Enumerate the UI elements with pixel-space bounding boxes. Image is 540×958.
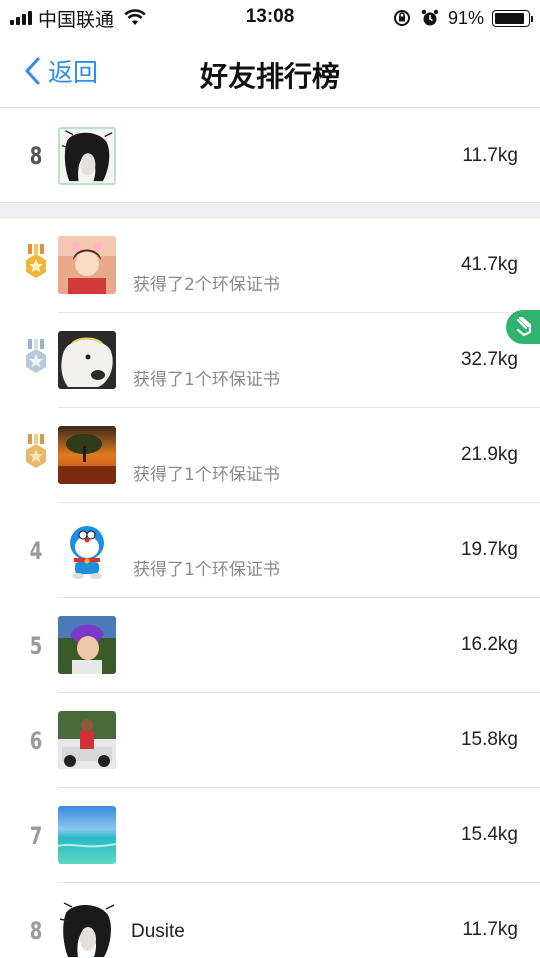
list-item[interactable]: 7 15.4kg (0, 788, 540, 883)
certificate-count: 获得了1个环保证书 (133, 465, 280, 485)
alarm-icon (421, 9, 439, 26)
gold-medal-icon (26, 244, 46, 278)
weight-value: 32.7kg (460, 349, 518, 370)
rank-number: 6 (29, 726, 43, 755)
weight-value: 15.8kg (460, 729, 518, 750)
weight-value: 21.9kg (460, 444, 518, 465)
battery-fill (495, 12, 525, 24)
friend-name: Dusite (131, 921, 185, 942)
weight-value: 16.2kg (460, 634, 518, 655)
avatar (58, 426, 116, 484)
my-rank-row[interactable]: 8 11.7kg (0, 109, 540, 202)
avatar (58, 711, 116, 769)
avatar (58, 521, 116, 579)
section-divider (0, 202, 540, 218)
avatar (58, 331, 116, 389)
bronze-medal-icon (26, 434, 46, 468)
rank-number: 5 (29, 631, 43, 660)
rank-number: 4 (29, 536, 43, 565)
rank-number: 8 (29, 141, 43, 170)
list-item[interactable]: 4 获得了1个环保证书 19.7kg (0, 503, 540, 598)
weight-value: 41.7kg (460, 254, 518, 275)
navigation-bar: 返回 好友排行榜 (0, 36, 540, 108)
weight-value: 11.7kg (462, 919, 518, 940)
list-item[interactable]: 获得了1个环保证书 32.7kg (0, 313, 540, 408)
battery-percent: 91% (447, 7, 484, 28)
avatar (58, 901, 116, 958)
page-title: 好友排行榜 (199, 60, 340, 93)
status-bar: 中国联通 13:08 91% (0, 0, 540, 36)
hand-icon (516, 316, 532, 337)
certificate-count: 获得了1个环保证书 (133, 560, 280, 580)
list-item[interactable]: 获得了2个环保证书 41.7kg (0, 218, 540, 313)
battery-icon (492, 9, 533, 27)
certificate-count: 获得了2个环保证书 (133, 275, 280, 295)
rank-number: 8 (29, 916, 43, 945)
silver-medal-icon (26, 339, 46, 373)
floating-share-tab[interactable] (506, 310, 540, 344)
list-item[interactable]: 6 15.8kg (0, 693, 540, 788)
rotation-lock-icon (393, 10, 410, 26)
list-item[interactable]: 5 16.2kg (0, 598, 540, 693)
avatar (58, 806, 116, 864)
list-item[interactable]: 8 Dusite 11.7kg (0, 883, 540, 958)
avatar (58, 616, 116, 674)
list-item[interactable]: 获得了1个环保证书 21.9kg (0, 408, 540, 503)
certificate-count: 获得了1个环保证书 (133, 370, 280, 390)
weight-value: 15.4kg (460, 824, 518, 845)
avatar (58, 236, 116, 294)
rank-number: 7 (29, 821, 43, 850)
avatar (58, 127, 116, 185)
weight-value: 19.7kg (460, 539, 518, 560)
weight-value: 11.7kg (462, 145, 518, 166)
leaderboard-list: 获得了2个环保证书 41.7kg 获得了1个环保证书 32.7kg 获得了1个环… (0, 218, 540, 958)
